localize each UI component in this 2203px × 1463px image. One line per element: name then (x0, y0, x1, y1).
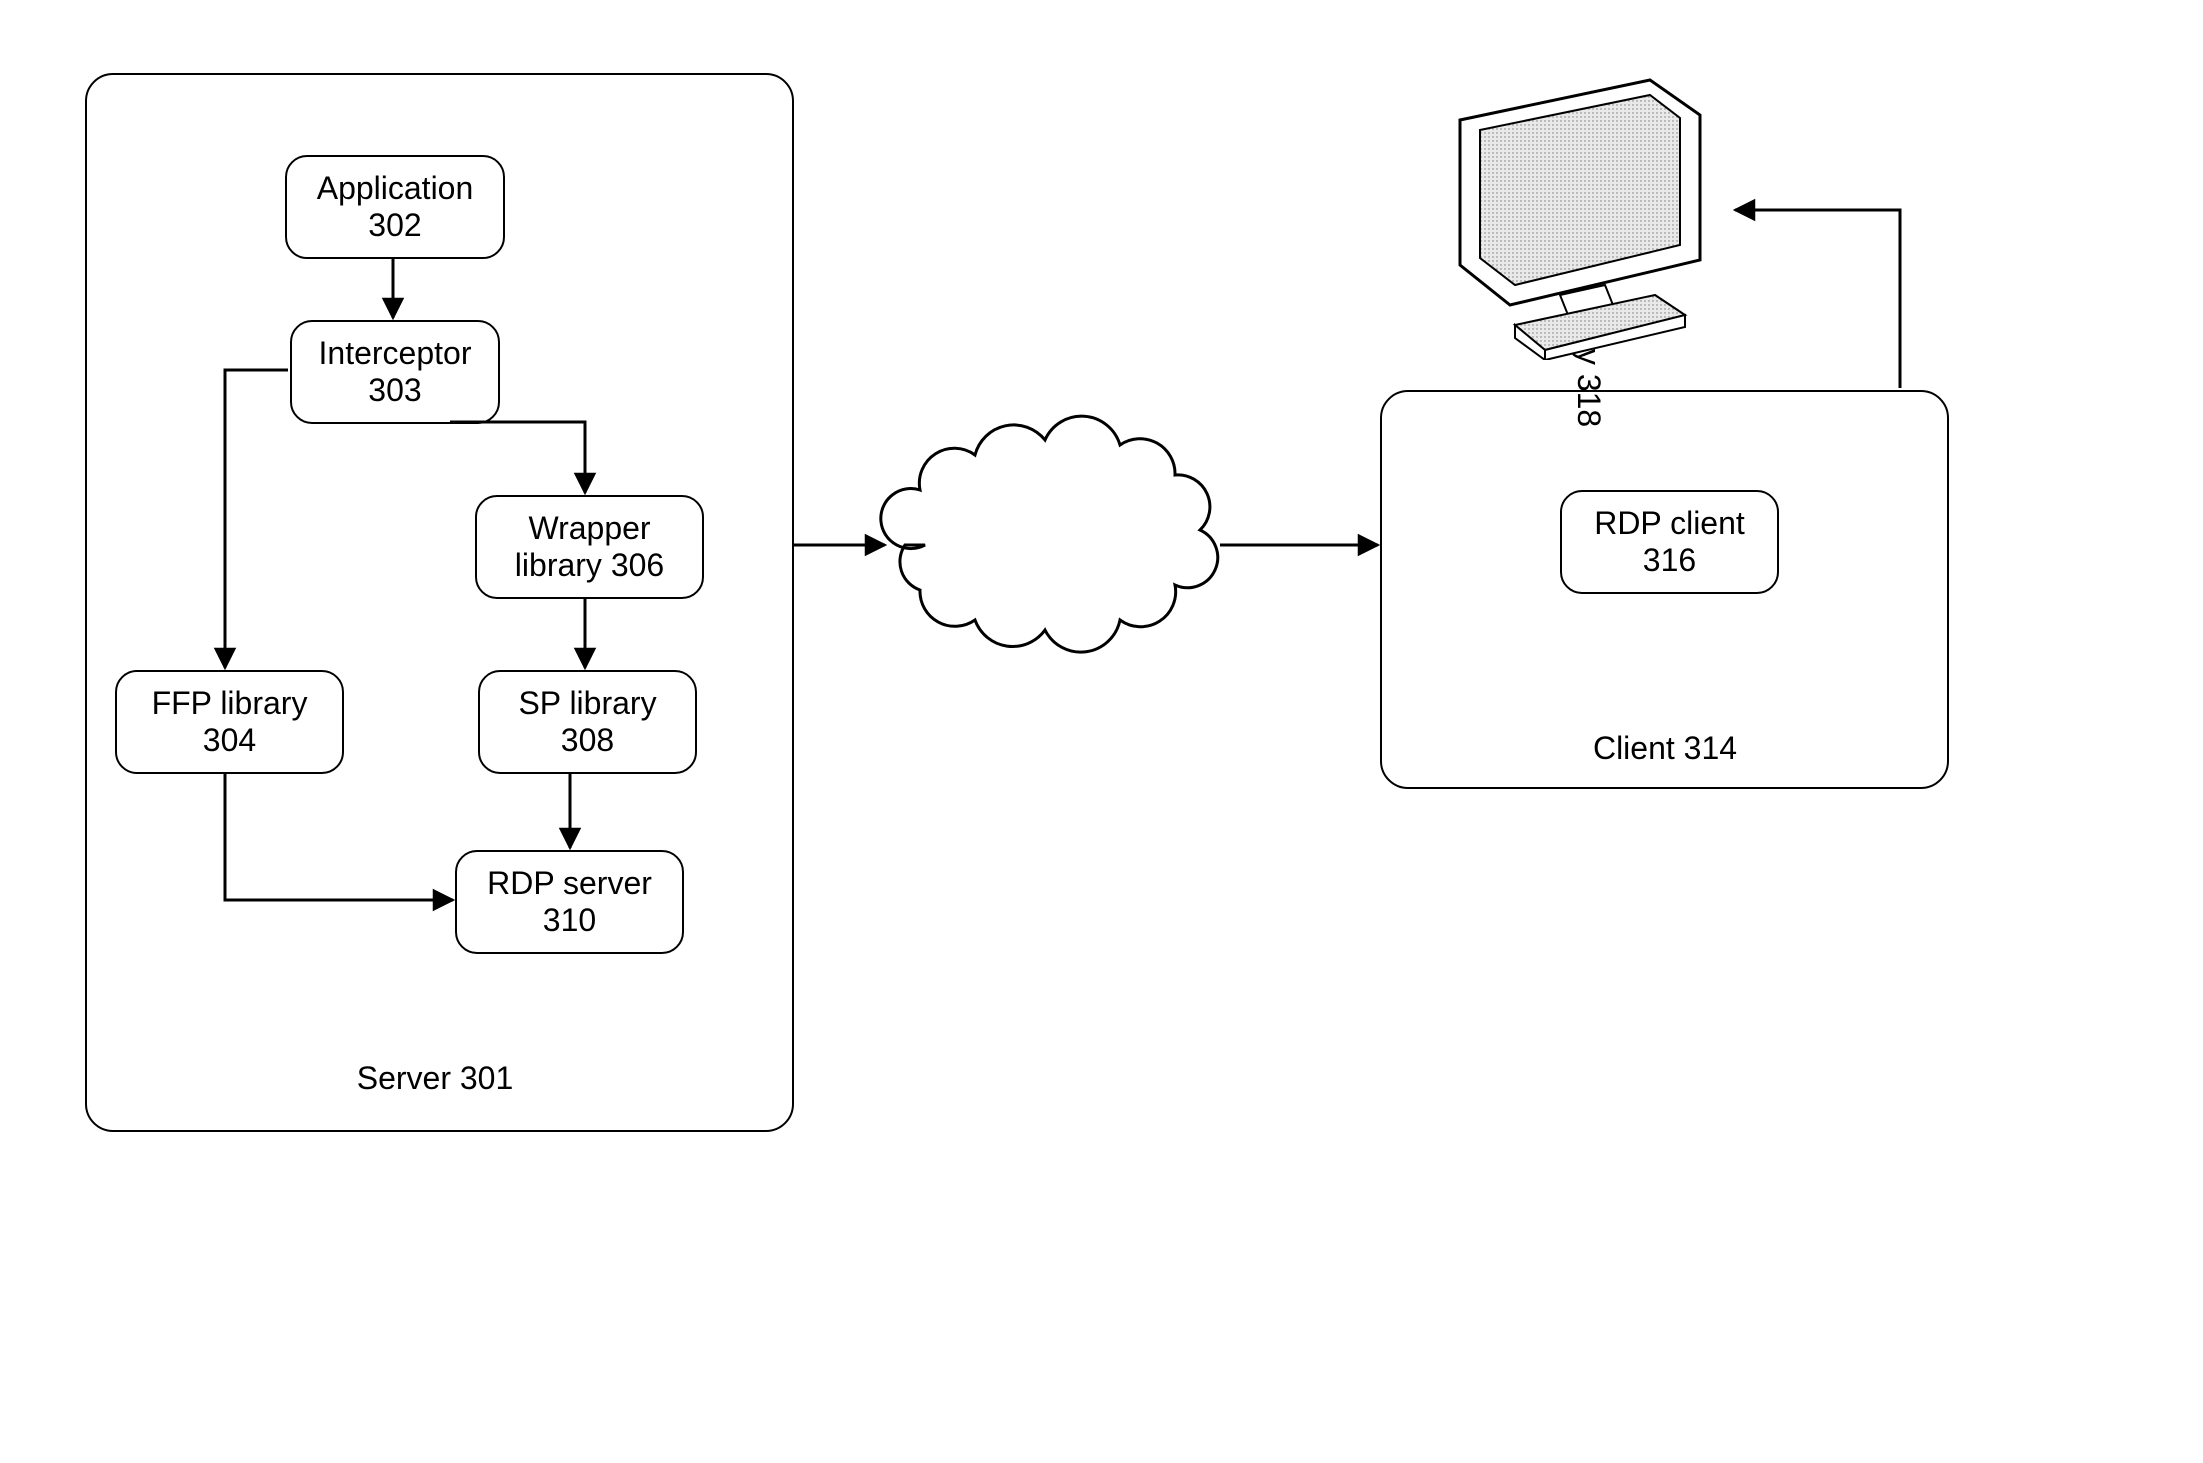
arrow-client-display (1735, 210, 1900, 388)
application-node: Application 302 (285, 155, 505, 259)
rdp-client-num: 316 (1643, 542, 1696, 579)
rdp-server-num: 310 (543, 902, 596, 939)
interceptor-node: Interceptor 303 (290, 320, 500, 424)
sp-node: SP library 308 (478, 670, 697, 774)
network-label-text: Network 312 (980, 525, 1160, 561)
ffp-name: FFP library (152, 685, 308, 722)
application-num: 302 (368, 207, 421, 244)
sp-name: SP library (518, 685, 656, 722)
server-label: Server 301 (300, 1060, 570, 1097)
diagram-canvas: Server 301 Application 302 Interceptor 3… (0, 0, 2203, 1463)
interceptor-num: 303 (368, 372, 421, 409)
client-label-text: Client 314 (1593, 730, 1737, 766)
interceptor-name: Interceptor (319, 335, 472, 372)
application-name: Application (317, 170, 474, 207)
rdp-server-node: RDP server 310 (455, 850, 684, 954)
server-label-text: Server 301 (357, 1060, 514, 1096)
wrapper-name: Wrapper (528, 510, 650, 547)
rdp-server-name: RDP server (487, 865, 652, 902)
ffp-num: 304 (203, 722, 256, 759)
monitor-icon (1420, 60, 1740, 360)
ffp-node: FFP library 304 (115, 670, 344, 774)
client-label: Client 314 (1560, 730, 1770, 767)
wrapper-name2: library 306 (515, 547, 664, 584)
wrapper-node: Wrapper library 306 (475, 495, 704, 599)
sp-num: 308 (561, 722, 614, 759)
rdp-client-node: RDP client 316 (1560, 490, 1779, 594)
rdp-client-name: RDP client (1594, 505, 1745, 542)
network-label: Network 312 (940, 525, 1200, 562)
